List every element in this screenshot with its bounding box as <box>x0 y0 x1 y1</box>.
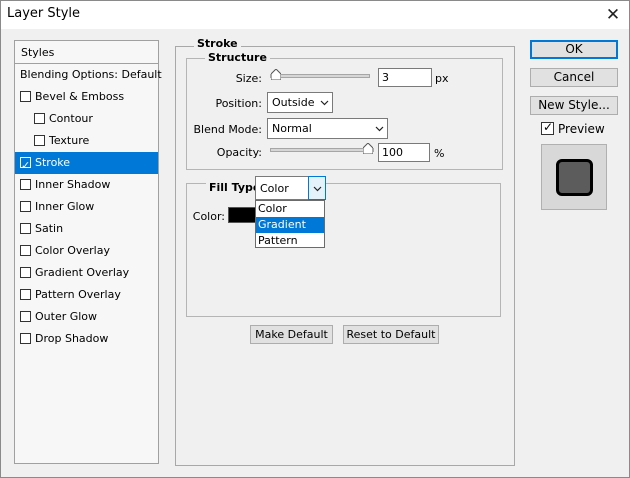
close-icon[interactable]: ✕ <box>603 5 623 25</box>
color-swatch[interactable] <box>228 207 258 223</box>
size-input[interactable]: 3 <box>378 68 432 87</box>
style-item-color-overlay[interactable]: Color Overlay <box>15 240 158 262</box>
style-checkbox[interactable] <box>20 245 31 256</box>
style-checkbox[interactable] <box>20 223 31 234</box>
style-checkbox[interactable] <box>20 289 31 300</box>
style-item-label: Blending Options: Default <box>20 68 162 81</box>
opacity-slider[interactable] <box>270 143 374 154</box>
structure-title: Structure <box>205 51 270 64</box>
position-select[interactable]: Outside <box>267 92 333 113</box>
fill-type-value: Color <box>260 182 289 195</box>
style-item-blending-options-default[interactable]: Blending Options: Default <box>15 64 162 86</box>
style-checkbox[interactable] <box>34 113 45 124</box>
position-label: Position: <box>215 97 262 110</box>
style-item-label: Satin <box>35 222 64 235</box>
styles-list: Blending Options: Default Bevel & Emboss C… <box>14 64 162 464</box>
fill-option-gradient[interactable]: Gradient <box>256 217 324 233</box>
blend-mode-select[interactable]: Normal <box>267 118 388 139</box>
style-checkbox[interactable] <box>20 179 31 190</box>
title-bar: Layer Style ✕ <box>1 1 629 29</box>
style-checkbox[interactable] <box>20 91 31 102</box>
blend-mode-label: Blend Mode: <box>193 123 263 136</box>
size-label: Size: <box>235 72 262 85</box>
style-item-label: Inner Shadow <box>35 178 111 191</box>
size-slider[interactable] <box>270 69 370 80</box>
chevron-down-icon <box>320 100 329 106</box>
size-unit: px <box>435 72 449 85</box>
preview-checkbox[interactable]: ✓ <box>541 120 554 135</box>
fill-type-select[interactable]: Color <box>255 176 326 200</box>
style-checkbox[interactable] <box>20 201 31 212</box>
style-checkbox[interactable] <box>20 267 31 278</box>
color-label: Color: <box>192 210 225 223</box>
style-item-label: Outer Glow <box>35 310 98 323</box>
preview-label: Preview <box>558 122 605 136</box>
style-item-label: Gradient Overlay <box>35 266 130 279</box>
stroke-title: Stroke <box>194 37 241 50</box>
chevron-down-icon <box>313 186 322 192</box>
opacity-input[interactable]: 100 <box>378 143 430 162</box>
style-item-inner-shadow[interactable]: Inner Shadow <box>15 174 158 196</box>
cancel-button[interactable]: Cancel <box>530 68 618 87</box>
fill-type-dropdown-list: Color Gradient Pattern <box>255 200 325 248</box>
style-item-gradient-overlay[interactable]: Gradient Overlay <box>15 262 158 284</box>
blend-mode-value: Normal <box>272 122 312 135</box>
style-checkbox[interactable]: ✓ <box>20 157 31 172</box>
style-item-label: Inner Glow <box>35 200 95 213</box>
chevron-down-icon <box>375 126 384 132</box>
style-item-texture[interactable]: Texture <box>15 130 158 152</box>
preview-shape <box>556 159 593 196</box>
style-preview <box>541 144 607 210</box>
size-slider-thumb[interactable] <box>271 69 281 80</box>
layer-style-dialog: Layer Style ✕ Styles Blending Options: D… <box>0 0 630 478</box>
styles-header[interactable]: Styles <box>14 40 159 64</box>
style-item-label: Contour <box>49 112 93 125</box>
style-item-bevel-emboss[interactable]: Bevel & Emboss <box>15 86 158 108</box>
ok-button[interactable]: OK <box>530 40 618 59</box>
style-item-label: Pattern Overlay <box>35 288 121 301</box>
opacity-label: Opacity: <box>216 146 262 159</box>
style-item-label: Drop Shadow <box>35 332 109 345</box>
style-item-inner-glow[interactable]: Inner Glow <box>15 196 158 218</box>
style-item-stroke[interactable]: ✓ Stroke <box>15 152 158 174</box>
opacity-unit: % <box>434 147 445 160</box>
reset-to-default-button[interactable]: Reset to Default <box>343 325 439 344</box>
style-item-label: Bevel & Emboss <box>35 90 125 103</box>
style-item-label: Texture <box>49 134 90 147</box>
fill-option-pattern[interactable]: Pattern <box>256 233 324 249</box>
style-checkbox[interactable] <box>20 333 31 344</box>
window-title: Layer Style <box>7 6 81 21</box>
make-default-button[interactable]: Make Default <box>250 325 333 344</box>
new-style-button[interactable]: New Style... <box>530 96 618 115</box>
style-item-label: Color Overlay <box>35 244 110 257</box>
fill-type-dropdown-button[interactable] <box>308 176 326 200</box>
position-value: Outside <box>272 96 315 109</box>
style-item-label: Stroke <box>35 156 71 169</box>
style-item-satin[interactable]: Satin <box>15 218 158 240</box>
style-checkbox[interactable] <box>34 135 45 146</box>
style-checkbox[interactable] <box>20 311 31 322</box>
checkmark-icon: ✓ <box>543 120 554 134</box>
fill-group <box>186 183 501 317</box>
opacity-slider-thumb[interactable] <box>363 143 373 154</box>
style-item-outer-glow[interactable]: Outer Glow <box>15 306 158 328</box>
style-item-pattern-overlay[interactable]: Pattern Overlay <box>15 284 158 306</box>
fill-option-color[interactable]: Color <box>256 201 324 217</box>
style-item-drop-shadow[interactable]: Drop Shadow <box>15 328 158 350</box>
style-item-contour[interactable]: Contour <box>15 108 158 130</box>
